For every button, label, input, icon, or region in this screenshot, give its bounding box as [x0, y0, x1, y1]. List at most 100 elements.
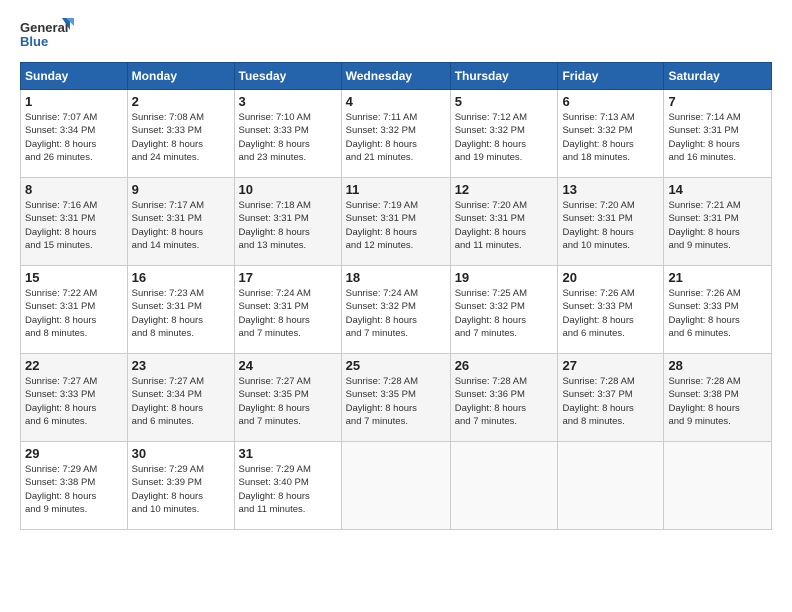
day-number: 23	[132, 358, 230, 373]
day-number: 18	[346, 270, 446, 285]
day-info: Sunrise: 7:28 AM Sunset: 3:38 PM Dayligh…	[668, 376, 740, 427]
day-info: Sunrise: 7:27 AM Sunset: 3:34 PM Dayligh…	[132, 376, 204, 427]
calendar-cell: 24 Sunrise: 7:27 AM Sunset: 3:35 PM Dayl…	[234, 354, 341, 442]
day-info: Sunrise: 7:28 AM Sunset: 3:37 PM Dayligh…	[562, 376, 634, 427]
col-wednesday: Wednesday	[341, 63, 450, 90]
calendar-cell: 17 Sunrise: 7:24 AM Sunset: 3:31 PM Dayl…	[234, 266, 341, 354]
calendar-cell: 12 Sunrise: 7:20 AM Sunset: 3:31 PM Dayl…	[450, 178, 558, 266]
day-info: Sunrise: 7:21 AM Sunset: 3:31 PM Dayligh…	[668, 200, 740, 251]
day-info: Sunrise: 7:14 AM Sunset: 3:31 PM Dayligh…	[668, 112, 740, 163]
calendar-cell: 6 Sunrise: 7:13 AM Sunset: 3:32 PM Dayli…	[558, 90, 664, 178]
day-number: 25	[346, 358, 446, 373]
calendar-cell: 5 Sunrise: 7:12 AM Sunset: 3:32 PM Dayli…	[450, 90, 558, 178]
day-info: Sunrise: 7:29 AM Sunset: 3:38 PM Dayligh…	[25, 464, 97, 515]
logo: General Blue	[20, 16, 75, 54]
logo-svg: General Blue	[20, 16, 75, 54]
calendar-cell: 9 Sunrise: 7:17 AM Sunset: 3:31 PM Dayli…	[127, 178, 234, 266]
day-number: 28	[668, 358, 767, 373]
day-number: 26	[455, 358, 554, 373]
col-monday: Monday	[127, 63, 234, 90]
day-info: Sunrise: 7:20 AM Sunset: 3:31 PM Dayligh…	[455, 200, 527, 251]
calendar-cell: 28 Sunrise: 7:28 AM Sunset: 3:38 PM Dayl…	[664, 354, 772, 442]
calendar-cell: 15 Sunrise: 7:22 AM Sunset: 3:31 PM Dayl…	[21, 266, 128, 354]
day-info: Sunrise: 7:18 AM Sunset: 3:31 PM Dayligh…	[239, 200, 311, 251]
day-number: 20	[562, 270, 659, 285]
calendar-cell: 22 Sunrise: 7:27 AM Sunset: 3:33 PM Dayl…	[21, 354, 128, 442]
day-info: Sunrise: 7:24 AM Sunset: 3:31 PM Dayligh…	[239, 288, 311, 339]
day-number: 30	[132, 446, 230, 461]
day-number: 31	[239, 446, 337, 461]
calendar-table: Sunday Monday Tuesday Wednesday Thursday…	[20, 62, 772, 530]
day-info: Sunrise: 7:23 AM Sunset: 3:31 PM Dayligh…	[132, 288, 204, 339]
day-number: 2	[132, 94, 230, 109]
calendar-cell: 30 Sunrise: 7:29 AM Sunset: 3:39 PM Dayl…	[127, 442, 234, 530]
calendar-cell: 27 Sunrise: 7:28 AM Sunset: 3:37 PM Dayl…	[558, 354, 664, 442]
header-row: Sunday Monday Tuesday Wednesday Thursday…	[21, 63, 772, 90]
day-number: 15	[25, 270, 123, 285]
day-number: 1	[25, 94, 123, 109]
calendar-cell: 29 Sunrise: 7:29 AM Sunset: 3:38 PM Dayl…	[21, 442, 128, 530]
day-number: 5	[455, 94, 554, 109]
svg-text:General: General	[20, 20, 68, 35]
calendar-cell: 10 Sunrise: 7:18 AM Sunset: 3:31 PM Dayl…	[234, 178, 341, 266]
day-info: Sunrise: 7:27 AM Sunset: 3:33 PM Dayligh…	[25, 376, 97, 427]
day-info: Sunrise: 7:25 AM Sunset: 3:32 PM Dayligh…	[455, 288, 527, 339]
day-info: Sunrise: 7:13 AM Sunset: 3:32 PM Dayligh…	[562, 112, 634, 163]
day-info: Sunrise: 7:24 AM Sunset: 3:32 PM Dayligh…	[346, 288, 418, 339]
day-info: Sunrise: 7:08 AM Sunset: 3:33 PM Dayligh…	[132, 112, 204, 163]
day-info: Sunrise: 7:26 AM Sunset: 3:33 PM Dayligh…	[668, 288, 740, 339]
day-info: Sunrise: 7:11 AM Sunset: 3:32 PM Dayligh…	[346, 112, 418, 163]
page: General Blue Sunday Monday Tuesday Wedne…	[0, 0, 792, 612]
calendar-cell: 13 Sunrise: 7:20 AM Sunset: 3:31 PM Dayl…	[558, 178, 664, 266]
day-number: 13	[562, 182, 659, 197]
day-number: 8	[25, 182, 123, 197]
day-info: Sunrise: 7:28 AM Sunset: 3:36 PM Dayligh…	[455, 376, 527, 427]
calendar-cell: 4 Sunrise: 7:11 AM Sunset: 3:32 PM Dayli…	[341, 90, 450, 178]
day-number: 14	[668, 182, 767, 197]
calendar-cell	[558, 442, 664, 530]
svg-text:Blue: Blue	[20, 34, 48, 49]
day-number: 16	[132, 270, 230, 285]
calendar-cell	[664, 442, 772, 530]
day-number: 11	[346, 182, 446, 197]
day-number: 22	[25, 358, 123, 373]
col-tuesday: Tuesday	[234, 63, 341, 90]
day-number: 21	[668, 270, 767, 285]
calendar-cell: 23 Sunrise: 7:27 AM Sunset: 3:34 PM Dayl…	[127, 354, 234, 442]
day-number: 4	[346, 94, 446, 109]
calendar-cell: 31 Sunrise: 7:29 AM Sunset: 3:40 PM Dayl…	[234, 442, 341, 530]
day-info: Sunrise: 7:07 AM Sunset: 3:34 PM Dayligh…	[25, 112, 97, 163]
col-thursday: Thursday	[450, 63, 558, 90]
day-number: 27	[562, 358, 659, 373]
calendar-cell: 21 Sunrise: 7:26 AM Sunset: 3:33 PM Dayl…	[664, 266, 772, 354]
day-info: Sunrise: 7:20 AM Sunset: 3:31 PM Dayligh…	[562, 200, 634, 251]
calendar-cell: 26 Sunrise: 7:28 AM Sunset: 3:36 PM Dayl…	[450, 354, 558, 442]
day-number: 9	[132, 182, 230, 197]
day-info: Sunrise: 7:16 AM Sunset: 3:31 PM Dayligh…	[25, 200, 97, 251]
day-info: Sunrise: 7:28 AM Sunset: 3:35 PM Dayligh…	[346, 376, 418, 427]
day-info: Sunrise: 7:10 AM Sunset: 3:33 PM Dayligh…	[239, 112, 311, 163]
day-info: Sunrise: 7:27 AM Sunset: 3:35 PM Dayligh…	[239, 376, 311, 427]
day-info: Sunrise: 7:19 AM Sunset: 3:31 PM Dayligh…	[346, 200, 418, 251]
calendar-cell: 2 Sunrise: 7:08 AM Sunset: 3:33 PM Dayli…	[127, 90, 234, 178]
header: General Blue	[20, 16, 772, 54]
calendar-cell: 19 Sunrise: 7:25 AM Sunset: 3:32 PM Dayl…	[450, 266, 558, 354]
day-info: Sunrise: 7:17 AM Sunset: 3:31 PM Dayligh…	[132, 200, 204, 251]
calendar-cell	[341, 442, 450, 530]
day-number: 12	[455, 182, 554, 197]
calendar-cell: 20 Sunrise: 7:26 AM Sunset: 3:33 PM Dayl…	[558, 266, 664, 354]
calendar-cell: 8 Sunrise: 7:16 AM Sunset: 3:31 PM Dayli…	[21, 178, 128, 266]
calendar-cell: 14 Sunrise: 7:21 AM Sunset: 3:31 PM Dayl…	[664, 178, 772, 266]
day-number: 10	[239, 182, 337, 197]
day-number: 6	[562, 94, 659, 109]
col-sunday: Sunday	[21, 63, 128, 90]
day-number: 29	[25, 446, 123, 461]
calendar-cell: 7 Sunrise: 7:14 AM Sunset: 3:31 PM Dayli…	[664, 90, 772, 178]
day-info: Sunrise: 7:26 AM Sunset: 3:33 PM Dayligh…	[562, 288, 634, 339]
calendar-cell: 16 Sunrise: 7:23 AM Sunset: 3:31 PM Dayl…	[127, 266, 234, 354]
calendar-cell: 25 Sunrise: 7:28 AM Sunset: 3:35 PM Dayl…	[341, 354, 450, 442]
calendar-cell: 11 Sunrise: 7:19 AM Sunset: 3:31 PM Dayl…	[341, 178, 450, 266]
day-info: Sunrise: 7:29 AM Sunset: 3:40 PM Dayligh…	[239, 464, 311, 515]
day-number: 17	[239, 270, 337, 285]
day-number: 7	[668, 94, 767, 109]
